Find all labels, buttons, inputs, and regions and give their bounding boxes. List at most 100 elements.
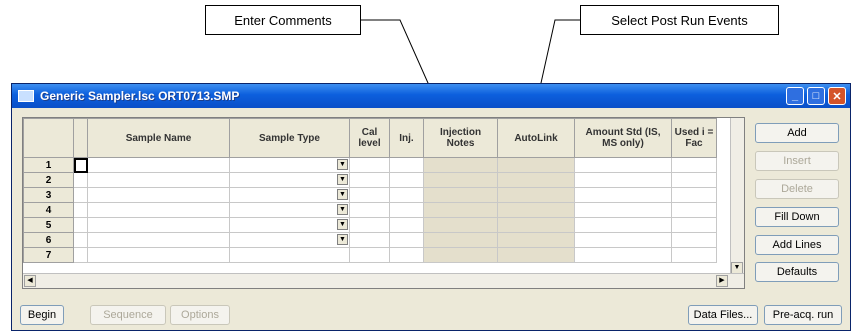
row-marker-cell[interactable] — [73, 202, 88, 218]
sample-name-cell[interactable] — [87, 187, 230, 203]
amount-std-cell[interactable] — [574, 247, 672, 263]
cal-level-cell[interactable] — [349, 217, 390, 233]
minimize-icon[interactable]: _ — [786, 87, 804, 105]
inj-cell[interactable] — [389, 157, 424, 173]
autolink-cell[interactable] — [497, 232, 575, 248]
row-marker-cell[interactable] — [73, 247, 88, 263]
sample-name-cell[interactable] — [87, 157, 230, 173]
used-fac-cell[interactable] — [671, 172, 717, 188]
dropdown-arrow-icon[interactable]: ▼ — [337, 204, 348, 215]
amount-std-cell[interactable] — [574, 202, 672, 218]
pre-run-button[interactable]: Pre-acq. run — [764, 305, 842, 325]
add-button[interactable]: Add — [755, 123, 839, 143]
used-fac-header[interactable]: Used i = Fac — [671, 118, 717, 158]
row-marker-cell[interactable] — [73, 187, 88, 203]
table-row[interactable]: 5 ▼ — [23, 217, 717, 233]
autolink-cell[interactable] — [497, 172, 575, 188]
close-icon[interactable]: ✕ — [828, 87, 846, 105]
sample-type-cell[interactable] — [229, 247, 350, 263]
injection-notes-header[interactable]: Injection Notes — [423, 118, 498, 158]
data-files-button[interactable]: Data Files... — [688, 305, 758, 325]
title-bar[interactable]: Generic Sampler.lsc ORT0713.SMP _ □ ✕ — [12, 84, 850, 108]
cal-level-cell[interactable] — [349, 247, 390, 263]
cal-level-cell[interactable] — [349, 202, 390, 218]
inj-cell[interactable] — [389, 247, 424, 263]
autolink-header[interactable]: AutoLink — [497, 118, 575, 158]
injection-notes-cell[interactable] — [423, 172, 498, 188]
sample-name-header[interactable]: Sample Name — [87, 118, 230, 158]
row-marker-cell[interactable] — [73, 232, 88, 248]
amount-std-cell[interactable] — [574, 187, 672, 203]
row-marker-cell[interactable] — [73, 217, 88, 233]
defaults-button[interactable]: Defaults — [755, 262, 839, 282]
inj-cell[interactable] — [389, 202, 424, 218]
sample-name-cell[interactable] — [87, 247, 230, 263]
used-fac-cell[interactable] — [671, 187, 717, 203]
table-row[interactable]: 2 ▼ — [23, 172, 717, 188]
insert-button[interactable]: Insert — [755, 151, 839, 171]
vertical-scrollbar[interactable]: ▼ — [730, 118, 744, 274]
amount-std-cell[interactable] — [574, 217, 672, 233]
used-fac-cell[interactable] — [671, 232, 717, 248]
used-fac-cell[interactable] — [671, 202, 717, 218]
table-row[interactable]: 6 ▼ — [23, 232, 717, 248]
dropdown-arrow-icon[interactable]: ▼ — [337, 174, 348, 185]
inj-cell[interactable] — [389, 187, 424, 203]
amount-std-cell[interactable] — [574, 172, 672, 188]
inj-cell[interactable] — [389, 232, 424, 248]
inj-cell[interactable] — [389, 172, 424, 188]
sample-type-cell[interactable]: ▼ — [229, 187, 350, 203]
sample-type-cell[interactable]: ▼ — [229, 202, 350, 218]
amount-std-cell[interactable] — [574, 157, 672, 173]
maximize-icon[interactable]: □ — [807, 87, 825, 105]
autolink-cell[interactable] — [497, 202, 575, 218]
cal-level-cell[interactable] — [349, 187, 390, 203]
autolink-cell[interactable] — [497, 247, 575, 263]
dropdown-arrow-icon[interactable]: ▼ — [337, 234, 348, 245]
inj-header[interactable]: Inj. — [389, 118, 424, 158]
used-fac-cell[interactable] — [671, 217, 717, 233]
autolink-cell[interactable] — [497, 157, 575, 173]
injection-notes-cell[interactable] — [423, 232, 498, 248]
sample-type-cell[interactable]: ▼ — [229, 172, 350, 188]
used-fac-cell[interactable] — [671, 247, 717, 263]
amount-std-header[interactable]: Amount Std (IS, MS only) — [574, 118, 672, 158]
fill-down-button[interactable]: Fill Down — [755, 207, 839, 227]
sequence-button[interactable]: Sequence — [90, 305, 166, 325]
injection-notes-cell[interactable] — [423, 187, 498, 203]
scroll-right-icon[interactable]: ▶ — [716, 275, 728, 287]
sample-name-cell[interactable] — [87, 232, 230, 248]
sample-type-header[interactable]: Sample Type — [229, 118, 350, 158]
inj-cell[interactable] — [389, 217, 424, 233]
sample-name-cell[interactable] — [87, 217, 230, 233]
injection-notes-cell[interactable] — [423, 217, 498, 233]
options-button[interactable]: Options — [170, 305, 230, 325]
horizontal-scrollbar[interactable]: ◀ ▶ — [23, 273, 744, 288]
sample-name-cell[interactable] — [87, 202, 230, 218]
row-marker-cell[interactable] — [73, 172, 88, 188]
add-lines-button[interactable]: Add Lines — [755, 235, 839, 255]
sample-type-cell[interactable]: ▼ — [229, 157, 350, 173]
cal-level-cell[interactable] — [349, 172, 390, 188]
cal-level-cell[interactable] — [349, 157, 390, 173]
cal-level-header[interactable]: Cal level — [349, 118, 390, 158]
amount-std-cell[interactable] — [574, 232, 672, 248]
used-fac-cell[interactable] — [671, 157, 717, 173]
injection-notes-cell[interactable] — [423, 247, 498, 263]
sample-type-cell[interactable]: ▼ — [229, 217, 350, 233]
row-marker-cell[interactable] — [73, 157, 88, 173]
injection-notes-cell[interactable] — [423, 157, 498, 173]
dropdown-arrow-icon[interactable]: ▼ — [337, 159, 348, 170]
autolink-cell[interactable] — [497, 187, 575, 203]
dropdown-arrow-icon[interactable]: ▼ — [337, 189, 348, 200]
table-row[interactable]: 7 — [23, 247, 717, 263]
sample-type-cell[interactable]: ▼ — [229, 232, 350, 248]
table-row[interactable]: 3 ▼ — [23, 187, 717, 203]
autolink-cell[interactable] — [497, 217, 575, 233]
injection-notes-cell[interactable] — [423, 202, 498, 218]
sample-name-cell[interactable] — [87, 172, 230, 188]
delete-button[interactable]: Delete — [755, 179, 839, 199]
cal-level-cell[interactable] — [349, 232, 390, 248]
dropdown-arrow-icon[interactable]: ▼ — [337, 219, 348, 230]
table-row[interactable]: 4 ▼ — [23, 202, 717, 218]
